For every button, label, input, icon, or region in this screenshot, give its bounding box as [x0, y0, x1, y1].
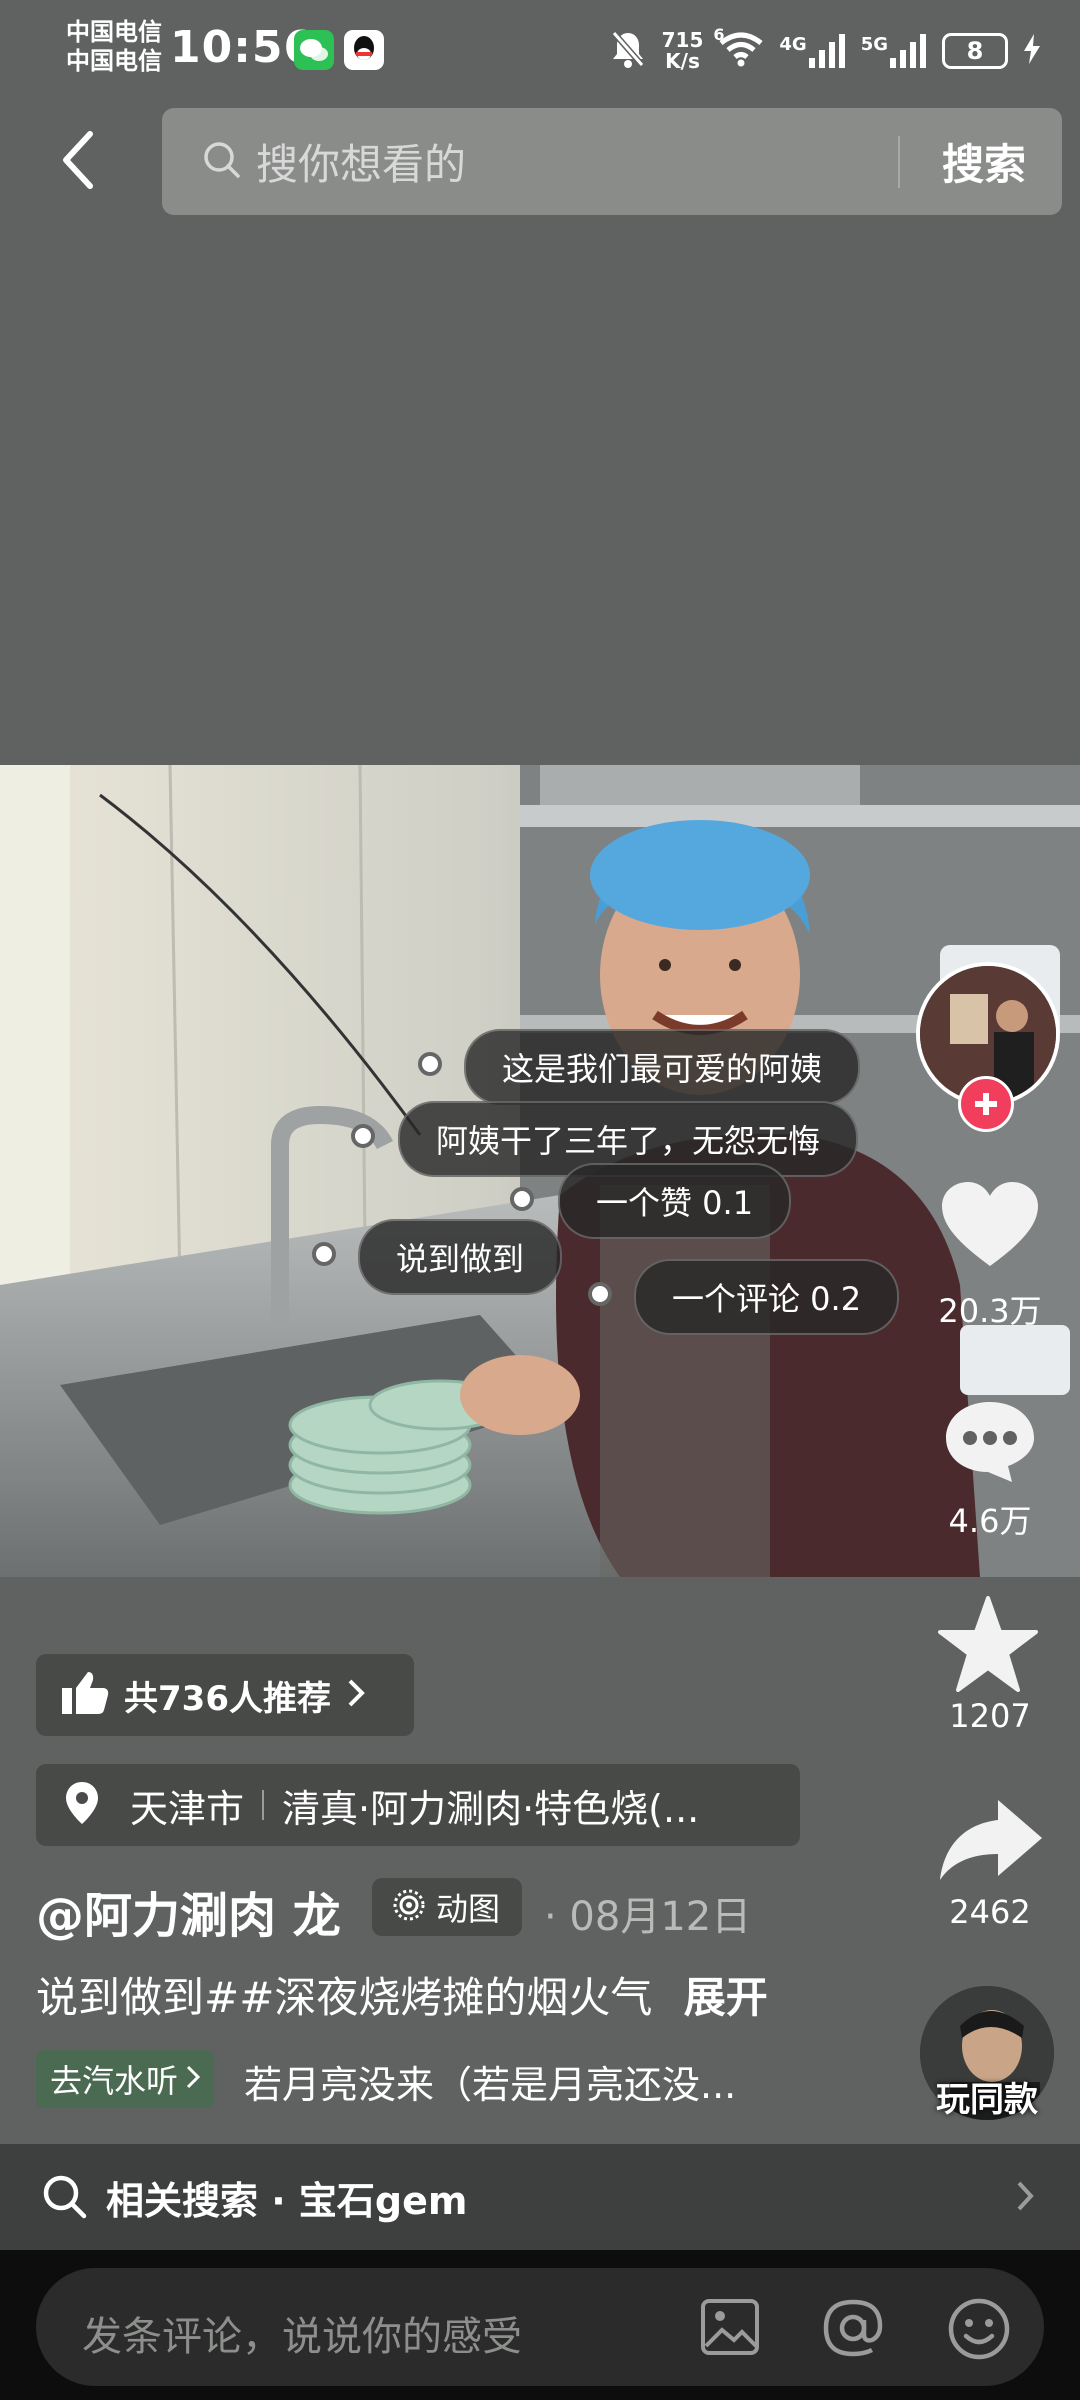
location-divider	[262, 1790, 265, 1820]
search-bar[interactable]: 搜你想看的 搜索	[162, 108, 1062, 215]
recommend-label: 共736人推荐	[124, 1678, 331, 1719]
related-search-text: 相关搜索 · 宝石gem	[106, 2179, 468, 2223]
music-app-tag[interactable]: 去汽水听	[36, 2050, 215, 2108]
expand-link[interactable]: 展开	[684, 1973, 768, 2022]
live-photo-icon	[392, 1888, 426, 1926]
image-icon[interactable]	[700, 2298, 760, 2360]
net-speed: 715 K/s	[661, 28, 704, 73]
music-title[interactable]: 若月亮没来（若是月亮还没...	[244, 2054, 736, 2109]
search-divider	[898, 136, 900, 188]
motion-tag[interactable]: 动图	[372, 1878, 522, 1936]
chevron-right-icon	[1016, 2180, 1034, 2216]
search-icon	[42, 2174, 88, 2224]
plus-icon	[975, 1093, 997, 1115]
comment-bubble[interactable]: 这是我们最可爱的阿姨	[464, 1029, 861, 1105]
comment-placeholder[interactable]: 发条评论，说说你的感受	[82, 2304, 522, 2362]
favorite-button[interactable]	[938, 1596, 1038, 1696]
share-button[interactable]	[938, 1796, 1044, 1886]
comment-icon	[946, 1402, 1034, 1482]
related-search-bar[interactable]: 相关搜索 · 宝石gem	[0, 2144, 1080, 2250]
comment-input[interactable]: 发条评论，说说你的感受	[36, 2268, 1044, 2386]
thumbs-up-icon	[60, 1670, 110, 1720]
motion-tag-label: 动图	[436, 1890, 501, 1928]
post-date: · 08月12日	[544, 1894, 752, 1940]
comment-button[interactable]	[942, 1398, 1038, 1488]
status-icons: 715 K/s 6 4G 5G 8	[610, 25, 1040, 76]
mention-icon[interactable]	[822, 2298, 884, 2362]
share-icon	[940, 1800, 1042, 1880]
like-button[interactable]	[940, 1180, 1040, 1274]
mute-bell-icon	[610, 29, 646, 74]
chevron-right-icon	[186, 2065, 201, 2093]
signal-5g-icon: 5G	[861, 34, 926, 68]
caption-text: 说到做到##深夜烧烤摊的烟火气	[36, 1973, 653, 2022]
caption: 说到做到##深夜烧烤摊的烟火气 展开	[36, 1964, 768, 2025]
signal-4g-icon: 4G	[779, 34, 845, 68]
comment-bubble-dot	[351, 1124, 375, 1148]
comment-bubble[interactable]: 一个评论 0.2	[634, 1259, 900, 1335]
status-bar: 中国电信 中国电信 10:56 715 K/s 6 4G 5G 8	[0, 0, 1080, 100]
wechat-icon	[294, 30, 334, 70]
carrier-label: 中国电信 中国电信	[66, 18, 162, 75]
location-pin-icon	[64, 1780, 100, 1830]
favorite-count: 1207	[949, 1697, 1031, 1735]
battery-icon: 8	[942, 33, 1008, 69]
comment-bubble-dot	[510, 1187, 534, 1211]
recommend-pill[interactable]: 共736人推荐	[36, 1654, 414, 1736]
heart-icon	[942, 1182, 1038, 1266]
comment-count: 4.6万	[948, 1502, 1032, 1540]
back-button[interactable]	[58, 130, 98, 190]
star-icon	[938, 1596, 1038, 1692]
video-frame[interactable]: 这是我们最可爱的阿姨 阿姨干了三年了，无怨无悔 一个赞 0.1 说到做到 一个评…	[0, 765, 1080, 1577]
qq-icon	[344, 30, 384, 70]
charging-icon	[1024, 33, 1040, 69]
same-style-label[interactable]: 玩同款	[910, 2072, 1064, 2121]
wifi-icon: 6	[713, 25, 763, 72]
comment-bubble-dot	[588, 1282, 612, 1306]
music-app-tag-label: 去汽水听	[50, 2062, 179, 2100]
search-icon	[202, 140, 242, 184]
chevron-right-icon	[347, 1678, 365, 1712]
search-button[interactable]: 搜索	[942, 131, 1026, 192]
follow-button[interactable]	[958, 1076, 1014, 1132]
author-name[interactable]: @阿力涮肉 龙	[36, 1876, 341, 1946]
search-placeholder[interactable]: 搜你想看的	[256, 131, 466, 192]
location-place: 清真·阿力涮肉·特色烧(...	[282, 1786, 700, 1831]
emoji-icon[interactable]	[948, 2298, 1010, 2364]
comment-bubble-dot	[418, 1052, 442, 1076]
like-count: 20.3万	[938, 1292, 1042, 1330]
comment-bubble[interactable]: 说到做到	[358, 1219, 563, 1295]
location-pill[interactable]: 天津市 清真·阿力涮肉·特色烧(...	[36, 1764, 800, 1846]
share-count: 2462	[949, 1893, 1031, 1931]
comment-bubble[interactable]: 一个赞 0.1	[558, 1163, 792, 1239]
comment-bubble-dot	[312, 1242, 336, 1266]
location-city: 天津市	[130, 1786, 245, 1831]
